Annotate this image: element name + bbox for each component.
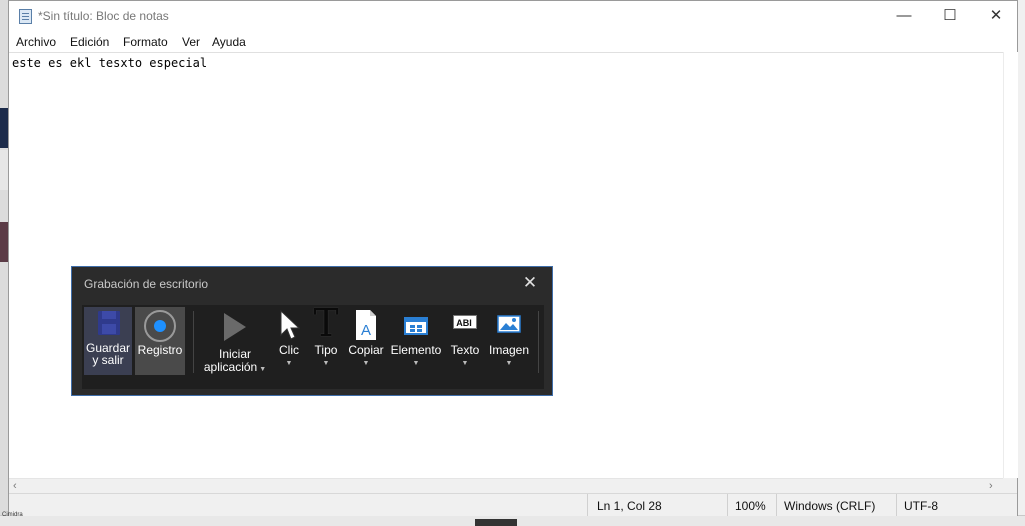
element-window-icon (404, 317, 428, 335)
notepad-icon (19, 9, 32, 24)
menu-formato[interactable]: Formato (123, 35, 168, 49)
click-dropdown-icon[interactable]: ▼ (276, 360, 302, 367)
text-field-glyph: ABI (456, 318, 472, 328)
status-zoom: 100% (735, 499, 766, 513)
status-bar: Ln 1, Col 28 100% Windows (CRLF) UTF-8 (9, 493, 1017, 516)
image-dropdown-icon[interactable]: ▼ (487, 360, 531, 367)
element-label: Elemento (390, 343, 442, 357)
recorder-toolbar: Guardar y salir Registro Iniciar aplicació… (82, 303, 544, 389)
status-position: Ln 1, Col 28 (597, 499, 662, 513)
click-button[interactable]: Clic ▼ (276, 307, 302, 375)
text-button[interactable]: ABI Texto ▼ (447, 307, 483, 375)
toolbar-separator (193, 311, 194, 373)
horizontal-scrollbar[interactable]: ‹ › (9, 478, 1003, 494)
background-window-edge (0, 0, 8, 525)
record-label: Registro (137, 343, 183, 357)
type-t-icon: T (313, 301, 339, 345)
title-bar[interactable]: *Sin título: Bloc de notas — ☐ ✕ (9, 1, 1017, 32)
record-button[interactable]: Registro (135, 307, 185, 375)
menu-archivo[interactable]: Archivo (16, 35, 56, 49)
element-dropdown-icon[interactable]: ▼ (388, 360, 444, 367)
copy-label: Copiar (348, 343, 384, 357)
window-title: *Sin título: Bloc de notas (38, 9, 169, 23)
image-icon (497, 315, 521, 333)
background-taskbar-remnant (0, 515, 1025, 526)
menu-ayuda[interactable]: Ayuda (212, 35, 246, 49)
menu-bar: Archivo Edición Formato Ver Ayuda (9, 32, 1017, 52)
scrollbar-corner (1003, 478, 1017, 493)
status-line-ending: Windows (CRLF) (784, 499, 876, 513)
save-and-exit-button[interactable]: Guardar y salir (84, 307, 132, 375)
click-label: Clic (279, 343, 299, 357)
minimize-button[interactable]: — (881, 1, 927, 32)
copy-button[interactable]: A Copiar ▼ (346, 307, 386, 375)
scroll-left-arrow-icon[interactable]: ‹ (13, 479, 17, 494)
notepad-window: *Sin título: Bloc de notas — ☐ ✕ Archivo… (8, 0, 1018, 516)
type-label: Tipo (314, 343, 338, 357)
type-dropdown-icon[interactable]: ▼ (311, 360, 341, 367)
scroll-right-arrow-icon[interactable]: › (989, 479, 993, 494)
recorder-close-button[interactable]: ✕ (520, 273, 540, 293)
status-separator (587, 494, 588, 516)
editor-content[interactable]: este es ekl tesxto especial (12, 56, 207, 70)
floppy-disk-icon (98, 311, 120, 335)
toolbar-separator (538, 311, 539, 373)
text-field-icon: ABI (453, 315, 477, 329)
launch-application-button[interactable]: Iniciar aplicación ▼ (200, 307, 270, 375)
type-button[interactable]: T Tipo ▼ (311, 303, 341, 375)
launch-application-label: Iniciar aplicación ▼ (203, 347, 267, 374)
copy-document-icon: A (356, 310, 376, 340)
menu-ver[interactable]: Ver (182, 35, 200, 49)
maximize-button[interactable]: ☐ (927, 1, 973, 32)
background-thumbnail (0, 222, 8, 262)
image-button[interactable]: Imagen ▼ (487, 307, 531, 375)
save-and-exit-label: Guardar y salir (85, 341, 131, 367)
recorder-title: Grabación de escritorio (84, 277, 209, 291)
background-tile (0, 150, 8, 190)
play-icon (224, 313, 246, 341)
background-tile (0, 108, 8, 148)
copy-glyph: A (361, 322, 371, 339)
menu-edicion[interactable]: Edición (70, 35, 109, 49)
copy-dropdown-icon[interactable]: ▼ (346, 360, 386, 367)
status-encoding: UTF-8 (904, 499, 938, 513)
status-separator (896, 494, 897, 516)
desktop-recording-panel: Grabación de escritorio ✕ Guardar y salir… (71, 266, 553, 396)
background-label: Cimidra (2, 512, 23, 518)
element-button[interactable]: Elemento ▼ (388, 307, 444, 375)
text-dropdown-icon[interactable]: ▼ (447, 360, 483, 367)
vertical-scrollbar[interactable] (1003, 52, 1018, 478)
text-label: Texto (450, 343, 480, 357)
status-separator (776, 494, 777, 516)
close-button[interactable]: ✕ (973, 1, 1019, 32)
launch-dropdown-icon[interactable]: ▼ (259, 366, 266, 373)
status-separator (727, 494, 728, 516)
record-icon (144, 310, 176, 342)
cursor-arrow-icon (280, 309, 301, 340)
image-label: Imagen (488, 343, 530, 357)
